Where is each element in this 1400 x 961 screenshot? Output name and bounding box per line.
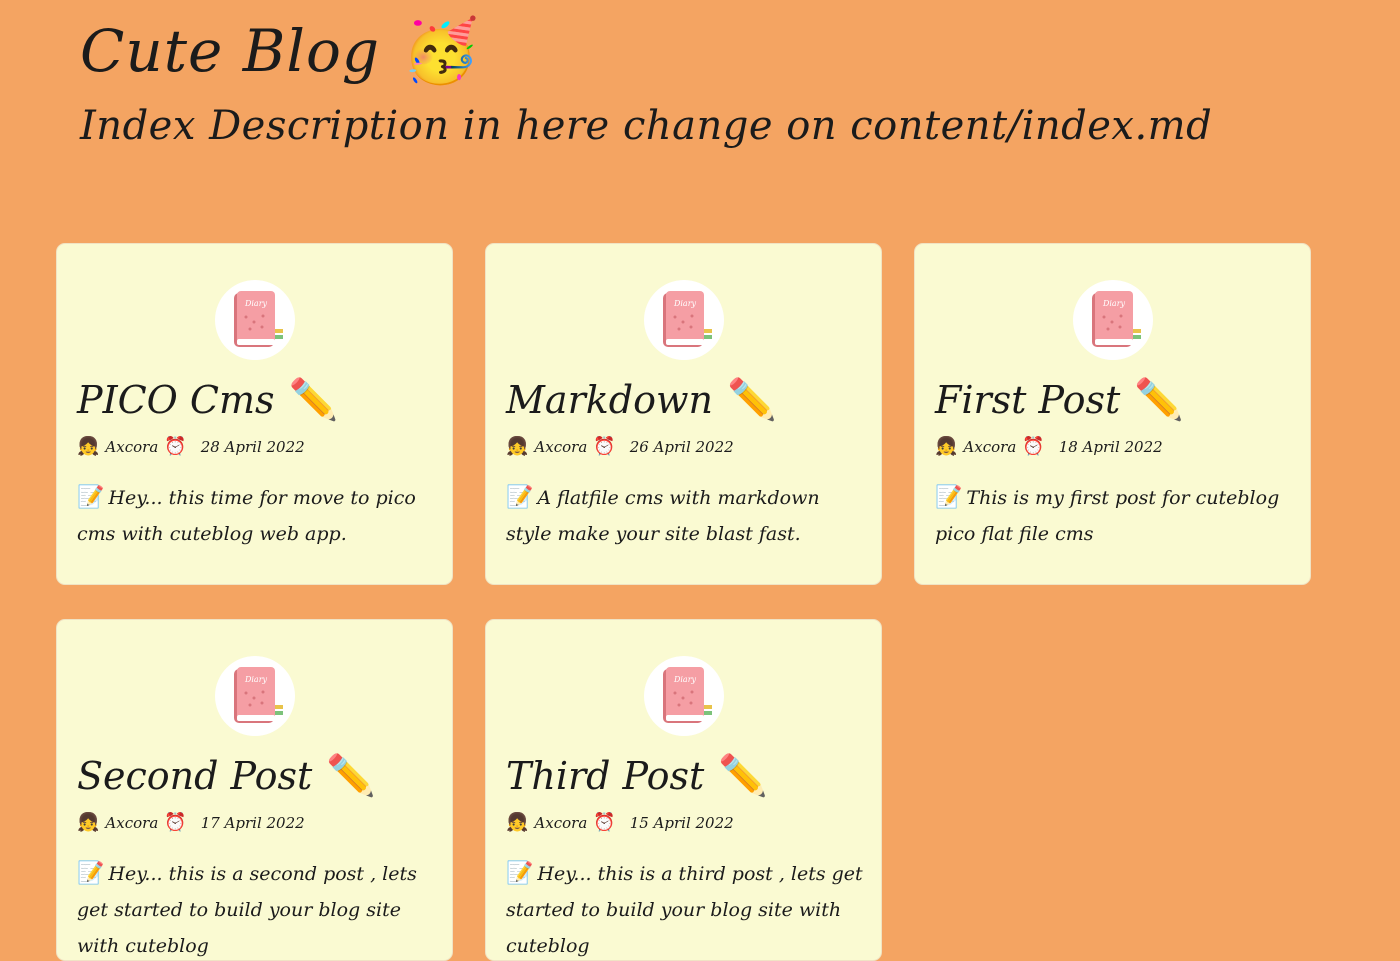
post-meta: 👧 Axcora ⏰ 28 April 2022	[77, 434, 305, 460]
post-author: Axcora	[105, 438, 159, 456]
clock-icon: ⏰	[164, 812, 187, 833]
post-excerpt-text: Hey... this is a third post , lets get s…	[506, 863, 863, 957]
post-date: 28 April 2022	[200, 438, 305, 456]
post-excerpt: 📝 Hey... this is a third post , lets get …	[506, 856, 866, 960]
post-card[interactable]: Diary Markdown ✏️ 👧 Axcora ⏰ 26 April 20…	[485, 243, 882, 585]
site-title-text[interactable]: Cute Blog	[80, 8, 380, 94]
post-date: 15 April 2022	[629, 814, 734, 832]
post-excerpt: 📝 A flatfile cms with markdown style make…	[506, 480, 866, 552]
site-description: Index Description in here change on cont…	[80, 103, 1213, 149]
site-title[interactable]: Cute Blog 🥳	[80, 8, 1320, 94]
diary-label: Diary	[673, 675, 697, 684]
post-meta: 👧 Axcora ⏰ 18 April 2022	[935, 434, 1163, 460]
memo-icon: 📝	[77, 485, 105, 510]
author-icon: 👧	[506, 436, 529, 457]
post-card[interactable]: Diary First Post ✏️ 👧 Axcora ⏰ 18 April …	[914, 243, 1311, 585]
post-date: 26 April 2022	[629, 438, 734, 456]
memo-icon: 📝	[77, 861, 105, 886]
diary-book-svg: Diary	[1092, 291, 1141, 347]
diary-book-icon: Diary	[1073, 280, 1153, 360]
clock-icon: ⏰	[593, 812, 616, 833]
diary-label: Diary	[1102, 299, 1126, 308]
clock-icon: ⏰	[1022, 436, 1045, 457]
post-excerpt-text: Hey... this is a second post , lets get …	[77, 863, 417, 957]
post-card[interactable]: Diary Third Post ✏️ 👧 Axcora ⏰ 15 April …	[485, 619, 882, 961]
post-title-text[interactable]: Markdown	[506, 372, 713, 428]
post-meta: 👧 Axcora ⏰ 17 April 2022	[77, 810, 305, 836]
diary-book-svg: Diary	[663, 667, 712, 723]
party-face-icon: 🥳	[402, 14, 481, 87]
diary-label: Diary	[244, 299, 268, 308]
pencil-icon: ✏️	[326, 753, 377, 799]
diary-book-icon: Diary	[644, 656, 724, 736]
memo-icon: 📝	[506, 861, 534, 886]
diary-book-icon: Diary	[644, 280, 724, 360]
post-title-text[interactable]: Second Post	[77, 748, 312, 804]
memo-icon: 📝	[506, 485, 534, 510]
author-icon: 👧	[506, 812, 529, 833]
diary-book-icon: Diary	[215, 656, 295, 736]
diary-label: Diary	[244, 675, 268, 684]
post-title-text[interactable]: First Post	[935, 372, 1120, 428]
post-excerpt-text: This is my first post for cuteblog pico …	[935, 487, 1280, 545]
diary-book-svg: Diary	[663, 291, 712, 347]
author-icon: 👧	[77, 436, 100, 457]
post-card[interactable]: Diary PICO Cms ✏️ 👧 Axcora ⏰ 28 April 20…	[56, 243, 453, 585]
post-meta: 👧 Axcora ⏰ 15 April 2022	[506, 810, 734, 836]
post-title[interactable]: PICO Cms ✏️	[77, 372, 338, 428]
pencil-icon: ✏️	[1134, 377, 1185, 423]
pencil-icon: ✏️	[726, 377, 777, 423]
diary-book-svg: Diary	[234, 291, 283, 347]
clock-icon: ⏰	[593, 436, 616, 457]
post-title[interactable]: Markdown ✏️	[506, 372, 777, 428]
diary-label: Diary	[673, 299, 697, 308]
post-title[interactable]: Third Post ✏️	[506, 748, 768, 804]
diary-book-svg: Diary	[234, 667, 283, 723]
post-meta: 👧 Axcora ⏰ 26 April 2022	[506, 434, 734, 460]
post-date: 18 April 2022	[1058, 438, 1163, 456]
post-title-text[interactable]: PICO Cms	[77, 372, 275, 428]
post-author: Axcora	[963, 438, 1017, 456]
site-header: Cute Blog 🥳 Index Description in here ch…	[80, 8, 1320, 156]
post-excerpt-text: A flatfile cms with markdown style make …	[506, 487, 820, 545]
pencil-icon: ✏️	[718, 753, 769, 799]
post-card[interactable]: Diary Second Post ✏️ 👧 Axcora ⏰ 17 April…	[56, 619, 453, 961]
pencil-icon: ✏️	[288, 377, 339, 423]
post-excerpt-text: Hey... this time for move to pico cms wi…	[77, 487, 416, 545]
post-date: 17 April 2022	[200, 814, 305, 832]
post-title-text[interactable]: Third Post	[506, 748, 704, 804]
post-author: Axcora	[534, 814, 588, 832]
post-excerpt: 📝 Hey... this is a second post , lets get…	[77, 856, 437, 960]
post-title[interactable]: First Post ✏️	[935, 372, 1184, 428]
author-icon: 👧	[77, 812, 100, 833]
post-author: Axcora	[105, 814, 159, 832]
post-excerpt: 📝 This is my first post for cuteblog pico…	[935, 480, 1295, 552]
author-icon: 👧	[935, 436, 958, 457]
clock-icon: ⏰	[164, 436, 187, 457]
post-title[interactable]: Second Post ✏️	[77, 748, 376, 804]
post-author: Axcora	[534, 438, 588, 456]
diary-book-icon: Diary	[215, 280, 295, 360]
post-excerpt: 📝 Hey... this time for move to pico cms w…	[77, 480, 437, 552]
memo-icon: 📝	[935, 485, 963, 510]
